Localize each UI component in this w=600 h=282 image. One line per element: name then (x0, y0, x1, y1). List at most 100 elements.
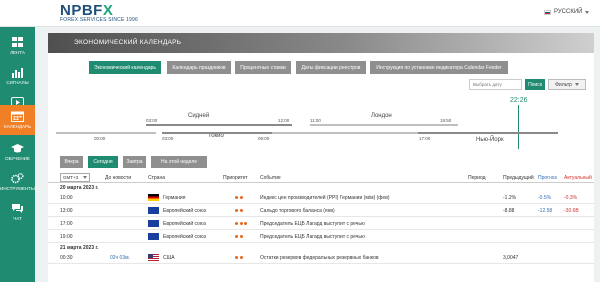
session-bar-sydney (146, 124, 292, 126)
header-country: Страна (148, 175, 166, 181)
priority-indicator (235, 235, 243, 238)
chat-icon (12, 204, 23, 213)
sidebar: ЛЕНТА СИГНАЛЫ ВИДЕО КАЛЕНДАРЬ (0, 27, 35, 282)
row-country: Европейский союз (163, 208, 206, 214)
table-header: До новости Страна Приоритет Событие Пери… (48, 173, 594, 183)
current-time: 22:26 (510, 97, 528, 104)
row-event: Остатки резервов федеральных резервных б… (260, 255, 379, 261)
russia-flag-icon (544, 9, 551, 15)
main-content: ЭКОНОМИЧЕСКИЙ КАЛЕНДАРЬ Экономический ка… (48, 33, 594, 282)
top-header: NPBFX FOREX SERVICES SINCE 1996 РУССКИЙ (0, 0, 600, 27)
tokyo-extra-start: 00:00 (94, 136, 106, 141)
table-row[interactable]: 19:00 Европейский союз Председатель ЕЦБ … (48, 230, 594, 243)
row-time: 10:00 (60, 195, 73, 201)
graduation-cap-icon (11, 144, 24, 153)
sidebar-item-label: КАЛЕНДАРЬ (4, 124, 31, 129)
sidebar-item-education[interactable]: ОБУЧЕНИЕ (0, 137, 35, 167)
row-previous: -1.2% (503, 195, 517, 201)
row-actual: -30.6B (564, 208, 579, 214)
session-bar-london (310, 124, 458, 126)
tab-holidays[interactable]: Календарь праздников (167, 61, 231, 74)
table-row[interactable]: 17:00 Европейский союз Председатель ЕЦБ … (48, 217, 594, 230)
tab-registry-dates[interactable]: Даты фиксации реестров (296, 61, 366, 74)
row-time: 13:00 (60, 208, 73, 214)
page-title: ЭКОНОМИЧЕСКИЙ КАЛЕНДАРЬ (74, 39, 182, 46)
table-row[interactable]: 10:00 Германия Индекс цен производителей… (48, 191, 594, 204)
header-priority: Приоритет (223, 175, 248, 181)
page-title-bar: ЭКОНОМИЧЕСКИЙ КАЛЕНДАРЬ (48, 33, 594, 53)
session-bar-new-york (418, 132, 558, 134)
eu-flag-icon (148, 220, 159, 227)
header-period: Период (468, 175, 486, 181)
chevron-down-icon (574, 83, 579, 86)
session-start-new-york: 17:00 (419, 136, 431, 141)
filter-label: Фильтр (555, 81, 572, 88)
current-time-marker (518, 105, 519, 149)
language-selector[interactable]: РУССКИЙ (544, 9, 590, 15)
sidebar-item-tools[interactable]: ИНСТРУМЕНТЫ (0, 167, 35, 197)
usa-flag-icon (148, 254, 159, 261)
row-event: Индекс цен производителей (PPI) Германии… (260, 195, 390, 201)
sidebar-item-label: ЛЕНТА (10, 50, 25, 55)
sidebar-item-label: СИГНАЛЫ (6, 80, 29, 85)
row-country: Германия (163, 195, 186, 201)
header-actual: Актуальный (564, 175, 592, 181)
row-event: Председатель ЕЦБ Лагард выступит с речью (260, 221, 365, 227)
tab-economic-calendar[interactable]: Экономический календарь (89, 61, 161, 74)
filter-button[interactable]: Фильтр (548, 79, 586, 90)
row-previous: 3,0047 (503, 255, 519, 261)
row-until-news: 02ч 03м. (110, 255, 130, 261)
tab-interest-rates[interactable]: Процентные ставки (235, 61, 291, 74)
gears-icon (11, 173, 24, 184)
date-picker-input[interactable] (469, 79, 522, 90)
session-city-sydney: Сидней (188, 113, 210, 119)
sidebar-item-chat[interactable]: ЧАТ (0, 197, 35, 227)
row-forecast: -0.5% (538, 195, 552, 201)
sessions-timeline: 22:26 Сидней 03:00 12:00 Лондон 11:00 19… (48, 97, 594, 149)
search-button[interactable]: Поиск (525, 79, 545, 90)
bar-chart-icon (12, 68, 23, 78)
chevron-down-icon (83, 176, 87, 179)
priority-indicator (235, 256, 243, 259)
row-actual: -0.3% (564, 195, 578, 201)
row-country: Европейский союз (163, 221, 206, 227)
row-country: США (163, 255, 175, 261)
priority-indicator (235, 209, 243, 212)
priority-indicator (235, 222, 247, 225)
sidebar-item-label: ЧАТ (13, 216, 22, 221)
day-this-week-button[interactable]: На этой неделе (151, 156, 207, 168)
calendar-icon (11, 111, 24, 122)
row-time: 19:00 (60, 234, 73, 240)
app-root: NPBFX FOREX SERVICES SINCE 1996 РУССКИЙ … (0, 0, 600, 282)
eu-flag-icon (148, 207, 159, 214)
session-start-tokyo: 03:00 (162, 136, 174, 141)
timezone-select[interactable]: GMT+3 (60, 173, 90, 182)
session-end-sydney: 12:00 (278, 118, 290, 123)
row-previous: -8.88 (503, 208, 515, 214)
day-yesterday-button[interactable]: Вчера (60, 156, 83, 168)
sidebar-item-feed[interactable]: ЛЕНТА (0, 31, 35, 61)
session-city-new-york: Нью-Йорк (476, 137, 504, 143)
header-event: Событие (260, 175, 281, 181)
header-previous: Предыдущий (503, 175, 534, 181)
row-event: Председатель ЕЦБ Лагард выступит с речью (260, 234, 365, 240)
row-event: Сальдо торгового баланса (янв) (260, 208, 335, 214)
sidebar-item-signals[interactable]: СИГНАЛЫ (0, 61, 35, 91)
row-time: 00:30 (60, 255, 73, 261)
eu-flag-icon (148, 233, 159, 240)
session-end-tokyo: 09:00 (258, 136, 270, 141)
logo-tagline: FOREX SERVICES SINCE 1996 (60, 17, 138, 23)
session-bar-tokyo (162, 132, 272, 134)
table-row[interactable]: 13:00 Европейский союз Сальдо торгового … (48, 204, 594, 217)
language-label: РУССКИЙ (554, 9, 583, 15)
timezone-value: GMT+3 (63, 175, 79, 180)
priority-indicator (235, 196, 243, 199)
tab-calendar-feeder-instructions[interactable]: Инструкция по установке индикатора Calen… (370, 61, 508, 74)
day-today-button[interactable]: Сегодня (88, 156, 118, 168)
germany-flag-icon (148, 194, 159, 201)
day-tomorrow-button[interactable]: Завтра (123, 156, 146, 168)
logo[interactable]: NPBFX FOREX SERVICES SINCE 1996 (60, 2, 138, 24)
table-row[interactable]: 00:30 02ч 03м. США Остатки резервов феде… (48, 251, 594, 264)
sidebar-item-calendar[interactable]: КАЛЕНДАРЬ (0, 105, 35, 135)
session-start-sydney: 03:00 (146, 118, 158, 123)
